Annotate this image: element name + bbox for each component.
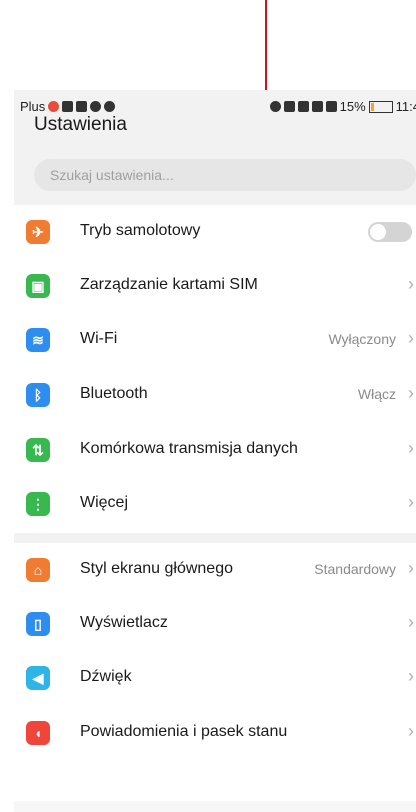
settings-row-label: Zarządzanie kartami SIM	[80, 276, 258, 293]
display-icon: ▯	[26, 612, 50, 636]
settings-row-value: Standardowy	[314, 561, 396, 577]
chevron-right-icon: ›	[408, 438, 414, 458]
navigation-bar	[14, 801, 416, 812]
search-placeholder: Szukaj ustawienia...	[50, 167, 174, 183]
settings-row-label: Dźwięk	[80, 668, 132, 685]
clock: 11:4	[395, 99, 416, 114]
phone-screen: Plus 15% 11:4 Ustawienia Szukaj ustawien…	[14, 90, 416, 812]
airplane-icon: ✈	[26, 220, 50, 244]
wifi-icon: ≋	[26, 328, 50, 352]
settings-row-label: Styl ekranu głównego	[80, 560, 233, 577]
settings-row-tryb-samolotowy[interactable]: ✈ Tryb samolotowy	[14, 205, 416, 259]
chevron-right-icon: ›	[408, 383, 414, 403]
battery-percent: 15%	[339, 99, 366, 114]
bluetooth-icon: ᛒ	[26, 383, 50, 407]
chat-notification-icon	[90, 101, 102, 112]
settings-row-label: Wi-Fi	[80, 330, 118, 347]
settings-row-wi-fi[interactable]: ≋ Wi-Fi Wyłączony ›	[14, 313, 416, 367]
chevron-right-icon: ›	[408, 274, 414, 294]
sound-icon: ◀	[26, 666, 50, 690]
more-icon: ⋮	[26, 492, 50, 516]
nfc-icon	[297, 101, 309, 112]
settings-row-wyswietlacz[interactable]: ▯ Wyświetlacz ›	[14, 597, 416, 651]
carrier-label: Plus	[20, 99, 46, 114]
gallery-notification-icon	[76, 101, 88, 112]
notification-bell-icon: ◖	[26, 721, 50, 745]
chevron-right-icon: ›	[408, 492, 414, 512]
settings-row-styl-ekranu-glownego[interactable]: ⌂ Styl ekranu głównego Standardowy ›	[14, 543, 416, 597]
settings-row-label: Więcej	[80, 494, 129, 511]
toggle-switch[interactable]	[368, 222, 412, 242]
chevron-right-icon: ›	[408, 612, 414, 632]
settings-row-label: Tryb samolotowy	[80, 222, 201, 239]
settings-row-dzwiek[interactable]: ◀ Dźwięk ›	[14, 651, 416, 705]
vibrate-icon	[311, 101, 323, 112]
lock-notification-icon	[62, 101, 74, 112]
chevron-right-icon: ›	[408, 558, 414, 578]
settings-group-connectivity: ✈ Tryb samolotowy ▣ Zarządzanie kartami SIM…	[14, 205, 416, 533]
home-style-icon: ⌂	[26, 558, 50, 582]
chevron-right-icon: ›	[408, 328, 414, 348]
settings-row-value: Wyłączony	[328, 331, 396, 347]
chrome-notification-icon	[104, 101, 116, 112]
page-title: Ustawienia	[34, 114, 127, 135]
status-left: Plus	[20, 99, 116, 114]
sim-card-icon: ▣	[26, 274, 50, 298]
search-input[interactable]: Szukaj ustawienia...	[34, 159, 416, 191]
settings-row-value: Włącz	[357, 386, 396, 402]
settings-row-wiecej[interactable]: ⋮ Więcej ›	[14, 477, 416, 531]
settings-row-label: Bluetooth	[80, 385, 148, 402]
location-icon	[269, 101, 281, 112]
settings-row-powiadomienia-i-pasek-stanu[interactable]: ◖ Powiadomienia i pasek stanu ›	[14, 706, 416, 760]
battery-icon	[368, 100, 393, 113]
settings-row-komorkowa-transmisja-danych[interactable]: ⇅ Komórkowa transmisja danych ›	[14, 423, 416, 477]
settings-row-bluetooth[interactable]: ᛒ Bluetooth Włącz ›	[14, 368, 416, 422]
app-notification-icon	[48, 101, 60, 112]
mobile-data-icon: ⇅	[26, 438, 50, 462]
chevron-right-icon: ›	[408, 721, 414, 741]
signal-icon	[325, 101, 337, 112]
settings-group-device: ⌂ Styl ekranu głównego Standardowy › ▯ Wyświe…	[14, 543, 416, 803]
settings-row-label: Wyświetlacz	[80, 614, 168, 631]
settings-row-zarzadzanie-kartami-sim[interactable]: ▣ Zarządzanie kartami SIM ›	[14, 259, 416, 313]
bluetooth-status-icon	[283, 101, 295, 112]
status-right: 15% 11:4	[269, 99, 416, 114]
chevron-right-icon: ›	[408, 666, 414, 686]
settings-row-label: Powiadomienia i pasek stanu	[80, 723, 288, 740]
settings-row-label: Komórkowa transmisja danych	[80, 440, 298, 457]
